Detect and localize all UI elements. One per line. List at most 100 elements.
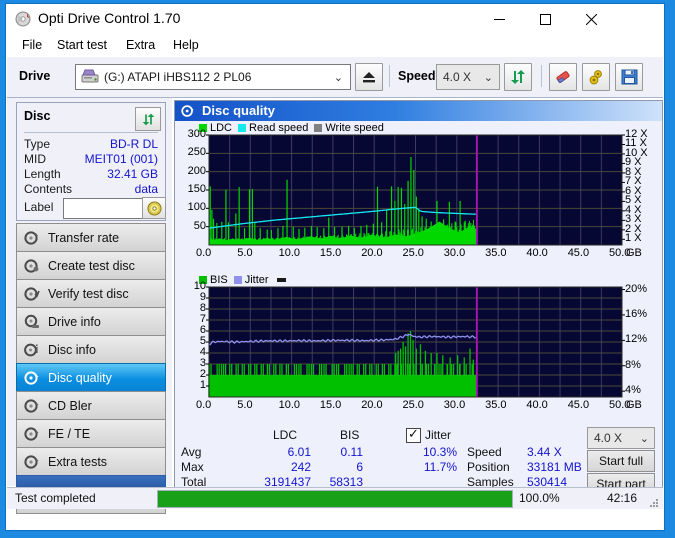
panel-title: Disc quality [202, 103, 275, 118]
x-axis-tick: 40.0 [526, 247, 548, 259]
y-axis-tick: 200 [187, 164, 206, 177]
stats-max-ldc: 242 [290, 460, 311, 474]
menu-item-start-test[interactable]: Start test [50, 37, 114, 56]
disc-row-length: Length 32.41 GB [24, 167, 158, 182]
menu-bar: File Start test Extra Help [6, 34, 664, 56]
stats-avg-jitter: 10.3% [422, 445, 457, 459]
resize-grip[interactable] [649, 497, 659, 507]
stats-avg-bis: 0.11 [340, 445, 363, 459]
sidebar-item-extra-tests[interactable]: Extra tests [16, 447, 166, 477]
row-value: BD-R DL [109, 137, 158, 151]
maximize-icon [539, 13, 551, 25]
refresh-button[interactable] [504, 63, 532, 91]
x-axis-tick: 20.0 [361, 399, 383, 411]
row-key: Contents [24, 182, 73, 196]
y-axis-tick: 1 [199, 379, 206, 391]
save-button[interactable] [615, 63, 643, 91]
disc-burn-icon [24, 258, 40, 274]
tools-button[interactable] [582, 63, 610, 91]
y2-axis-tick: 12% [625, 333, 648, 346]
x-axis-tick: 45.0 [567, 247, 590, 259]
close-button[interactable] [568, 4, 614, 34]
y2-axis-tick: 8% [625, 358, 641, 371]
toolbar-separator [389, 65, 390, 87]
maximize-button[interactable] [522, 4, 568, 34]
drive-select[interactable]: (G:) ATAPI iHBS112 2 PL06 ⌄ [75, 64, 351, 90]
x-axis-tick: 45.0 [567, 399, 590, 411]
sidebar-item-label: Extra tests [48, 455, 108, 469]
x-axis-unit: GB [626, 399, 642, 411]
x-axis-tick: 0.0 [196, 247, 212, 259]
title-bar: Opti Drive Control 1.70 [6, 4, 664, 34]
sidebar-item-label: Drive info [48, 315, 101, 329]
eraser-icon [556, 71, 570, 84]
sidebar-item-label: Disc info [48, 343, 96, 357]
speed-value: 4.0 X [443, 70, 472, 84]
x-axis-tick: 5.0 [237, 247, 253, 259]
row-key: Length [24, 167, 61, 181]
disc-icon [24, 230, 40, 246]
menu-item-help[interactable]: Help [166, 37, 206, 56]
row-value: MEIT01 (001) [84, 152, 158, 166]
sidebar-item-create-test-disc[interactable]: Create test disc [16, 251, 166, 281]
menu-item-extra[interactable]: Extra [119, 37, 162, 56]
eject-icon [363, 72, 375, 83]
speed-label: Speed [398, 69, 436, 83]
elapsed-time: 42:16 [606, 491, 637, 505]
sidebar-item-disc-quality[interactable]: Disc quality [16, 363, 166, 393]
x-axis-tick: 0.0 [196, 399, 212, 411]
test-speed-value: 4.0 X [594, 431, 623, 445]
disc-quality-icon [181, 104, 195, 118]
sidebar-item-disc-info[interactable]: Disc info [16, 335, 166, 365]
app-window: Opti Drive Control 1.70 File Start test … [6, 4, 664, 530]
menu-item-file[interactable]: File [15, 37, 49, 56]
test-speed-select[interactable]: 4.0 X ⌄ [587, 427, 655, 449]
close-icon [585, 13, 597, 25]
sidebar-item-transfer-rate[interactable]: Transfer rate [16, 223, 166, 253]
stats-row-max-label: Max [181, 460, 204, 474]
x-axis-unit: GB [626, 247, 642, 259]
y2-axis-tick: 20% [625, 282, 648, 295]
disc-label-button[interactable] [142, 197, 166, 219]
drive-label: Drive [19, 69, 51, 83]
drive-toolbar: Drive (G:) ATAPI iHBS112 2 PL06 ⌄ Speed [7, 57, 663, 98]
row-value: data [134, 182, 158, 196]
disc-panel-title: Disc [24, 109, 51, 123]
stats-position-label: Position [467, 460, 510, 474]
start-full-button[interactable]: Start full [587, 450, 655, 472]
sidebar-item-drive-info[interactable]: Drive info [16, 307, 166, 337]
eject-button[interactable] [355, 63, 383, 91]
status-bar: Test completed 100.0% 42:16 [7, 487, 663, 509]
speed-select[interactable]: 4.0 X ⌄ [436, 64, 500, 90]
row-value: 32.41 GB [107, 167, 158, 181]
x-axis-tick: 30.0 [443, 247, 466, 259]
disc-icon [24, 398, 40, 414]
toolbar-separator [541, 65, 542, 87]
sidebar-item-label: CD Bler [48, 399, 92, 413]
chevron-down-icon: ⌄ [639, 433, 649, 445]
x-axis-tick: 30.0 [443, 399, 466, 411]
sidebar-item-cd-bler[interactable]: CD Bler [16, 391, 166, 421]
stats-row-avg-label: Avg [181, 445, 202, 459]
drive-icon [24, 314, 40, 330]
left-sidebar: Disc Type BD-R DL MID MEIT01 (001) Lengt… [7, 98, 172, 514]
disc-quality-panel: Disc quality LDC Read speed Write speed [174, 100, 663, 495]
minimize-button[interactable] [476, 4, 522, 34]
y-axis-tick: 150 [187, 183, 206, 195]
chevron-down-icon: ⌄ [483, 72, 493, 84]
disc-refresh-button[interactable] [135, 107, 161, 131]
disc-icon [146, 200, 162, 216]
sidebar-item-fe-te[interactable]: FE / TE [16, 419, 166, 449]
sidebar-item-verify-test-disc[interactable]: Verify test disc [16, 279, 166, 309]
jitter-checkbox[interactable]: ✓ [406, 426, 421, 443]
disc-label-input[interactable] [63, 198, 143, 219]
row-key: MID [24, 152, 46, 166]
app-disc-icon [15, 11, 31, 27]
x-axis-tick: 15.0 [319, 399, 342, 411]
progress-fill [158, 491, 512, 507]
disc-info-icon [24, 342, 40, 358]
y-axis-tick: 300 [187, 128, 206, 140]
sidebar-item-label: Create test disc [48, 259, 135, 273]
erase-button[interactable] [549, 63, 577, 91]
chart-ldc-speed: LDC Read speed Write speed 300 250 200 150 1… [175, 121, 662, 273]
